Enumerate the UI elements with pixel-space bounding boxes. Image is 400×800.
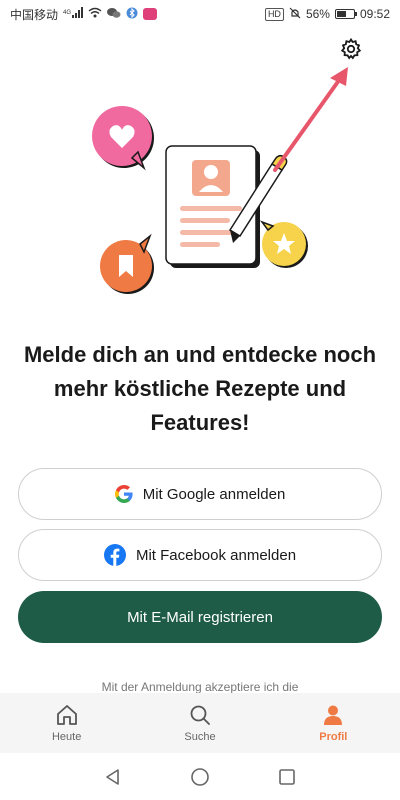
clock: 09:52 [359, 7, 390, 21]
tab-heute-label: Heute [51, 731, 82, 743]
status-bar-right: HD 56% 09:52 [264, 7, 390, 22]
profile-icon [324, 705, 343, 725]
back-button[interactable] [98, 762, 128, 792]
email-register-label: Mit E-Mail registrieren [127, 608, 273, 626]
carrier-name: 中国移动 [10, 7, 59, 22]
facebook-icon [103, 544, 126, 566]
status-bar-left: 中国移动 4G [10, 6, 158, 23]
star-icon [259, 220, 308, 268]
system-navigation-bar [0, 753, 400, 800]
bookmark-icon [100, 233, 154, 294]
signal-icon: 4G [63, 6, 84, 22]
google-login-button[interactable]: Mit Google anmelden [18, 468, 382, 520]
tab-profil[interactable]: Profil [283, 703, 383, 743]
bottom-tab-bar: Heute Suche Profil [0, 693, 400, 753]
status-bar: 中国移动 4G HD 56% 09:52 [0, 0, 400, 28]
google-login-label: Mit Google anmelden [142, 485, 286, 503]
battery-percent: 56% [305, 7, 330, 21]
tab-suche[interactable]: Suche [150, 703, 250, 743]
arrow-icon [273, 67, 348, 172]
tab-profil-label: Profil [319, 731, 348, 743]
back-triangle-icon [106, 768, 120, 785]
home-icon [56, 705, 77, 725]
heart-icon [92, 106, 154, 171]
bluetooth-app-icon [126, 7, 138, 22]
google-icon [114, 485, 133, 503]
page-headline: Melde dich an und entdecke noch mehr kös… [23, 342, 377, 435]
recents-button[interactable] [272, 762, 302, 792]
wifi-icon [88, 7, 102, 21]
facebook-login-label: Mit Facebook anmelden [135, 546, 297, 564]
battery-icon [334, 9, 357, 19]
hd-badge: HD [264, 7, 284, 21]
mute-icon [289, 7, 301, 22]
facebook-login-button[interactable]: Mit Facebook anmelden [18, 529, 382, 581]
search-icon [190, 705, 210, 725]
network-type: 4G [63, 10, 71, 16]
gear-icon [340, 37, 362, 60]
email-register-button[interactable]: Mit E-Mail registrieren [18, 591, 382, 643]
tab-suche-label: Suche [184, 731, 216, 743]
signup-illustration [90, 60, 370, 300]
home-button[interactable] [185, 762, 215, 792]
legal-text: Mit der Anmeldung akzeptiere ich die [101, 680, 299, 694]
app-notification-icon [143, 8, 158, 20]
recents-square-icon [278, 768, 295, 785]
wechat-icon [107, 7, 121, 22]
home-circle-icon [191, 767, 209, 786]
tab-heute[interactable]: Heute [17, 703, 117, 743]
